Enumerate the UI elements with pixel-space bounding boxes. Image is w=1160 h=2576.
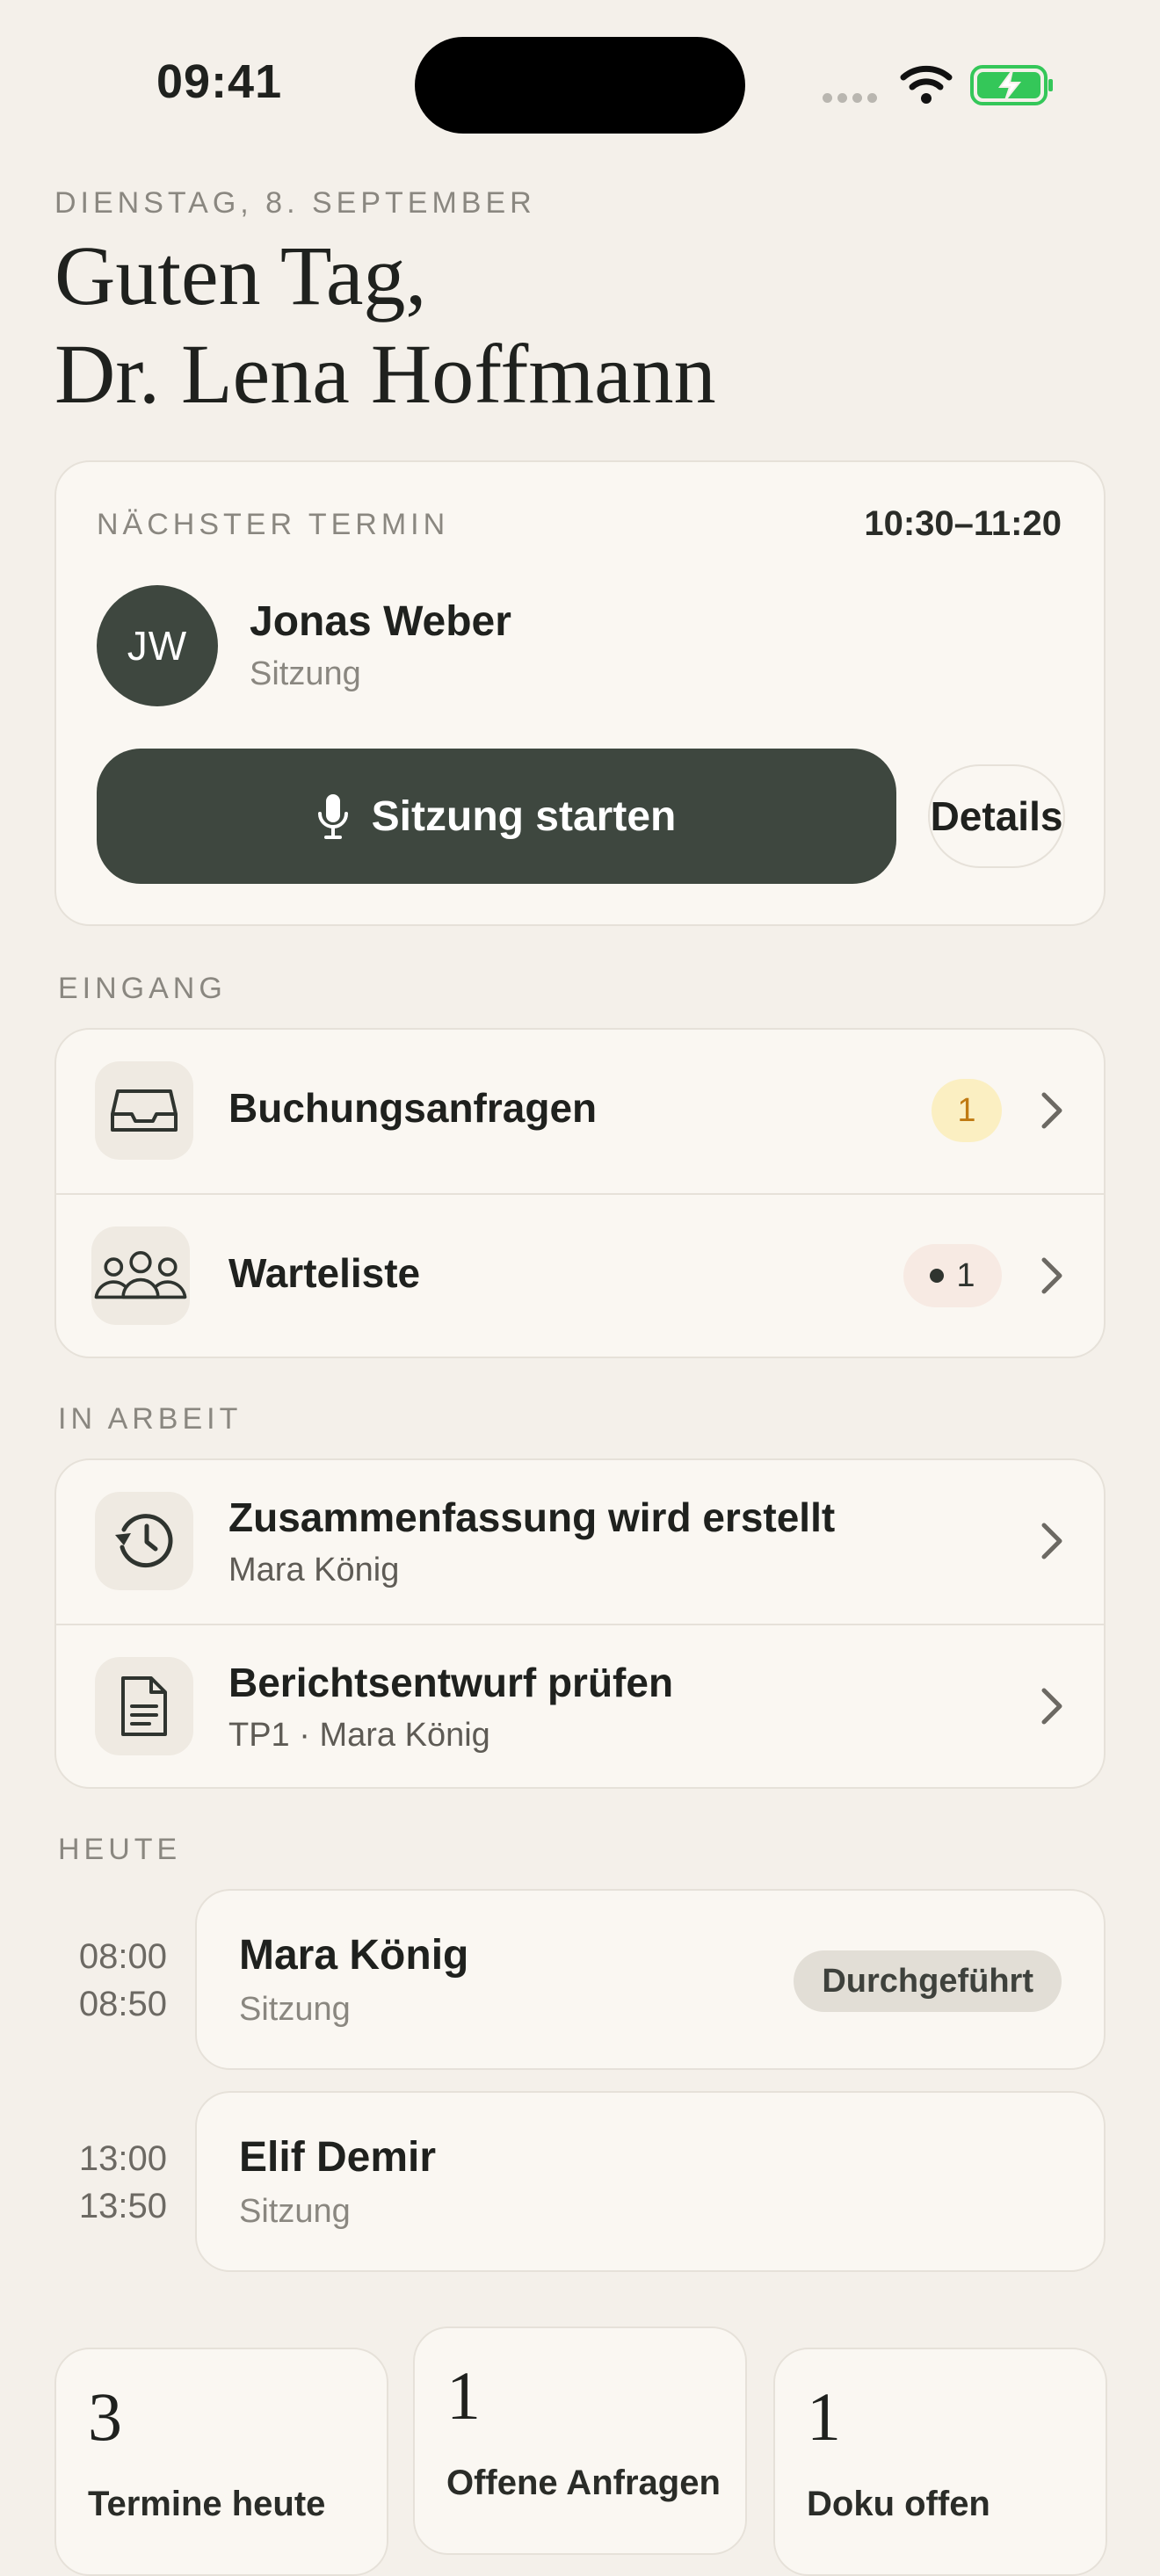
- in-progress-row-report[interactable]: Berichtsentwurf prüfen TP1 · Mara König: [56, 1624, 1104, 1789]
- appointment-patient-name: Mara König: [239, 1932, 469, 1979]
- row-title: Buchungsanfragen: [228, 1085, 598, 1131]
- wifi-icon: [900, 65, 953, 104]
- stat-card-appointments-today[interactable]: 3 Termine heute: [54, 2348, 388, 2576]
- stat-label: Termine heute: [88, 2485, 326, 2523]
- patient-avatar: JW: [97, 585, 218, 706]
- details-button[interactable]: Details: [928, 764, 1065, 868]
- stat-card-open-requests[interactable]: 1 Offene Anfragen: [413, 2326, 747, 2555]
- next-appointment-label: NÄCHSTER TERMIN: [97, 508, 450, 541]
- microphone-icon: [317, 794, 348, 839]
- current-date: DIENSTAG, 8. SEPTEMBER: [54, 186, 536, 220]
- cellular-signal-icon: [823, 91, 882, 107]
- greeting-line-2: Dr. Lena Hoffmann: [54, 327, 716, 421]
- row-subtitle: Mara König: [228, 1552, 400, 1588]
- stat-label: Doku offen: [807, 2485, 990, 2523]
- count-badge: 1: [932, 1079, 1002, 1142]
- inbox-tray-icon: [95, 1061, 193, 1160]
- inbox-section-label: EINGANG: [58, 972, 227, 1005]
- chevron-right-icon: [1041, 1688, 1062, 1725]
- appointment-type: Sitzung: [239, 2193, 351, 2230]
- row-title: Berichtsentwurf prüfen: [228, 1660, 674, 1705]
- appointment-start-time: 13:00: [78, 2139, 167, 2178]
- appointment-patient-name: Elif Demir: [239, 2134, 437, 2181]
- appointment-time-range: 13:00 13:50: [53, 2135, 167, 2230]
- stat-value: 3: [88, 2378, 122, 2455]
- status-badge: Durchgeführt: [794, 1950, 1062, 2012]
- appointment-time-range: 08:00 08:50: [53, 1933, 167, 2028]
- row-subtitle: TP1 · Mara König: [228, 1717, 490, 1754]
- today-appointment-card[interactable]: Elif Demir Sitzung: [195, 2091, 1106, 2272]
- next-appointment-card[interactable]: NÄCHSTER TERMIN 10:30–11:20 JW Jonas Web…: [54, 460, 1106, 926]
- appointment-type: Sitzung: [250, 655, 361, 692]
- appointment-type: Sitzung: [239, 1991, 351, 2028]
- inbox-row-waitlist[interactable]: Warteliste 1: [56, 1193, 1104, 1358]
- chevron-right-icon: [1041, 1092, 1062, 1129]
- stat-label: Offene Anfragen: [446, 2464, 721, 2502]
- today-section-label: HEUTE: [58, 1833, 182, 1866]
- stat-value: 1: [446, 2357, 481, 2434]
- group-icon: [91, 1226, 190, 1325]
- status-label: Durchgeführt: [822, 1962, 1033, 2000]
- appointment-start-time: 08:00: [78, 1937, 167, 1976]
- chevron-right-icon: [1041, 1257, 1062, 1294]
- chevron-right-icon: [1041, 1523, 1062, 1559]
- next-appointment-time: 10:30–11:20: [864, 504, 1062, 543]
- row-title: Warteliste: [228, 1250, 421, 1296]
- stat-value: 1: [807, 2378, 841, 2455]
- details-label: Details: [930, 793, 1063, 839]
- greeting-line-1: Guten Tag,: [54, 228, 427, 322]
- greeting-heading: Guten Tag, Dr. Lena Hoffmann: [54, 227, 716, 423]
- start-session-label: Sitzung starten: [371, 792, 677, 840]
- dot-indicator: [930, 1269, 945, 1283]
- start-session-button[interactable]: Sitzung starten: [97, 749, 896, 884]
- today-appointment-card[interactable]: Mara König Sitzung Durchgeführt: [195, 1889, 1106, 2070]
- count-badge: 1: [903, 1244, 1002, 1307]
- inbox-row-booking-requests[interactable]: Buchungsanfragen 1: [56, 1030, 1104, 1193]
- dynamic-island: [415, 37, 745, 134]
- stat-card-docs-open[interactable]: 1 Doku offen: [773, 2348, 1107, 2576]
- in-progress-row-summary[interactable]: Zusammenfassung wird erstellt Mara König: [56, 1460, 1104, 1624]
- appointment-end-time: 13:50: [78, 2187, 167, 2225]
- row-title: Zusammenfassung wird erstellt: [228, 1494, 836, 1540]
- status-time: 09:41: [156, 55, 283, 108]
- history-icon: [95, 1492, 193, 1590]
- badge-count: 1: [956, 1256, 975, 1294]
- document-icon: [95, 1657, 193, 1755]
- patient-name: Jonas Weber: [250, 598, 511, 645]
- inbox-list: Buchungsanfragen 1 Warteliste 1: [54, 1028, 1106, 1358]
- avatar-initials: JW: [127, 623, 188, 669]
- in-progress-list: Zusammenfassung wird erstellt Mara König…: [54, 1458, 1106, 1789]
- in-progress-section-label: IN ARBEIT: [58, 1402, 243, 1436]
- badge-count: 1: [957, 1091, 976, 1129]
- battery-charging-icon: [970, 65, 1053, 105]
- appointment-end-time: 08:50: [78, 1985, 167, 2023]
